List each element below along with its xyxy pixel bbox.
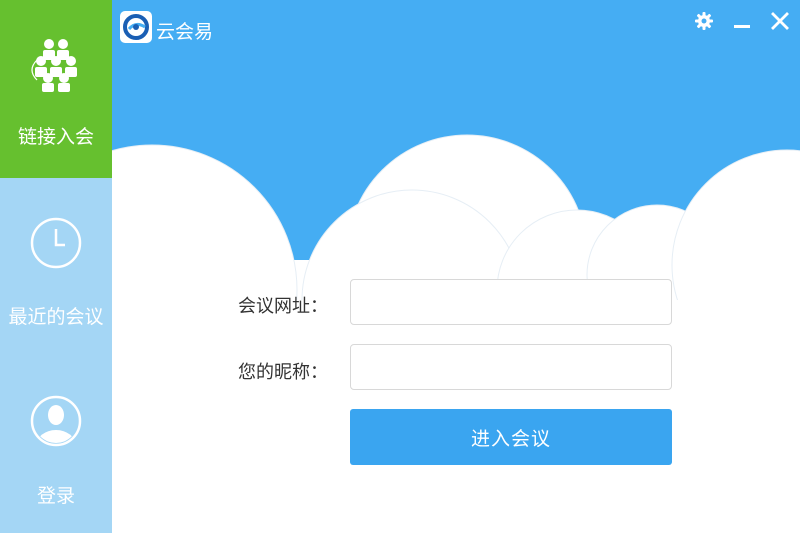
- group-icon: [31, 39, 77, 92]
- app-window: 云会易 链接入会 最近的会议 登录 会议网址： 您的昵称： 进入会议: [0, 0, 800, 533]
- sidebar: 链接入会 最近的会议 登录: [0, 0, 112, 533]
- nickname-label: 您的昵称：: [238, 362, 328, 383]
- settings-button[interactable]: [692, 9, 716, 33]
- user-avatar-icon: [30, 395, 82, 447]
- sidebar-item-label: 最近的会议: [8, 306, 104, 328]
- sidebar-item-recent-meetings[interactable]: 最近的会议: [0, 178, 112, 356]
- title-bar[interactable]: 云会易: [112, 0, 800, 50]
- app-logo-icon: [120, 11, 152, 43]
- minimize-button[interactable]: [730, 9, 754, 33]
- app-title: 云会易: [156, 21, 214, 43]
- meeting-url-label: 会议网址：: [238, 296, 328, 317]
- sidebar-item-label: 登录: [36, 485, 75, 507]
- gear-icon: [695, 12, 713, 30]
- enter-meeting-button[interactable]: 进入会议: [350, 409, 672, 465]
- clock-icon: [30, 217, 82, 269]
- nickname-input[interactable]: [350, 344, 672, 390]
- sidebar-item-label: 链接入会: [17, 126, 94, 148]
- sidebar-item-join-meeting[interactable]: 链接入会: [0, 0, 112, 178]
- sidebar-item-login[interactable]: 登录: [0, 356, 112, 533]
- close-icon: [771, 12, 789, 30]
- close-button[interactable]: [768, 9, 792, 33]
- minimize-icon: [734, 25, 750, 28]
- meeting-url-input[interactable]: [350, 279, 672, 325]
